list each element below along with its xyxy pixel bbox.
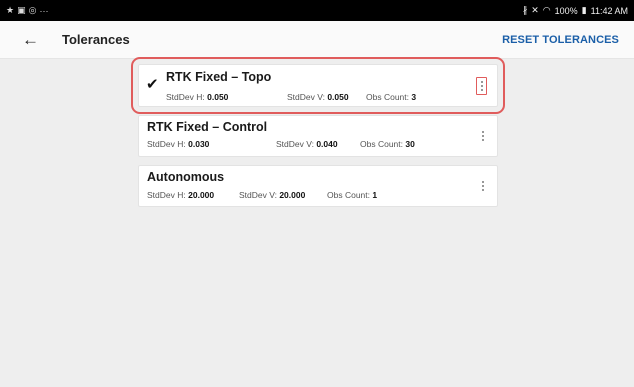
obs-count-value: 1 xyxy=(372,190,378,200)
battery-percent: 100% xyxy=(554,5,578,16)
status-bar: ★ ▣ ◎ ··· ∦ ✕ ◠ 100% ▮ 11:42 AM xyxy=(0,0,634,21)
obs-count: Obs Count: 1 xyxy=(327,190,378,200)
tolerance-stats: StdDev H: 20.000 StdDev V: 20.000 Obs Co… xyxy=(147,190,447,202)
clock: 11:42 AM xyxy=(590,5,628,16)
page-title: Tolerances xyxy=(62,32,130,47)
status-left-icons: ★ ▣ ◎ ··· xyxy=(6,5,48,16)
stddev-h: StdDev H: 0.030 xyxy=(147,139,210,149)
stddev-h: StdDev H: 20.000 xyxy=(147,190,215,200)
check-icon: ✔ xyxy=(146,76,159,93)
stddev-v-value: 0.040 xyxy=(316,139,338,149)
obs-count-value: 30 xyxy=(405,139,415,149)
obs-count: Obs Count: 3 xyxy=(366,92,417,102)
stddev-v: StdDev V: 0.040 xyxy=(276,139,338,149)
stddev-h-value: 20.000 xyxy=(188,190,215,200)
stddev-v: StdDev V: 20.000 xyxy=(239,190,306,200)
battery-icon: ▮ xyxy=(581,5,587,15)
image-icon: ▣ xyxy=(17,5,26,15)
more-options-icon[interactable] xyxy=(476,77,487,95)
obs-count: Obs Count: 30 xyxy=(360,139,415,149)
tolerance-card[interactable]: RTK Fixed – Control StdDev H: 0.030 StdD… xyxy=(138,115,498,157)
stddev-v: StdDev V: 0.050 xyxy=(287,92,349,102)
stddev-v-value: 20.000 xyxy=(279,190,306,200)
app-bar: ← Tolerances RESET TOLERANCES xyxy=(0,21,634,59)
tolerance-name: RTK Fixed – Control xyxy=(147,120,268,134)
more-icon: ··· xyxy=(39,5,49,16)
status-right-icons: ∦ ✕ ◠ 100% ▮ 11:42 AM xyxy=(523,5,628,16)
stddev-h: StdDev H: 0.050 xyxy=(166,92,229,102)
stddev-h-value: 0.030 xyxy=(188,139,210,149)
reset-tolerances-button[interactable]: RESET TOLERANCES xyxy=(502,21,619,59)
stddev-v-value: 0.050 xyxy=(327,92,349,102)
star-icon: ★ xyxy=(6,5,15,15)
chat-icon: ◎ xyxy=(28,5,37,15)
more-options-icon[interactable] xyxy=(477,126,489,146)
tolerance-card[interactable]: ✔ RTK Fixed – Topo StdDev H: 0.050 StdDe… xyxy=(131,57,505,114)
mute-icon: ✕ xyxy=(531,5,539,15)
tolerance-card[interactable]: Autonomous StdDev H: 20.000 StdDev V: 20… xyxy=(138,165,498,207)
tolerance-name: Autonomous xyxy=(147,170,225,184)
bluetooth-icon: ∦ xyxy=(522,5,528,15)
more-options-icon[interactable] xyxy=(477,176,489,196)
tolerance-stats: StdDev H: 0.030 StdDev V: 0.040 Obs Coun… xyxy=(147,139,447,151)
tolerance-stats: StdDev H: 0.050 StdDev V: 0.050 Obs Coun… xyxy=(166,92,456,104)
back-arrow-icon[interactable]: ← xyxy=(22,21,58,59)
stddev-h-value: 0.050 xyxy=(207,92,229,102)
obs-count-value: 3 xyxy=(411,92,417,102)
wifi-icon: ◠ xyxy=(542,5,551,15)
tolerance-name: RTK Fixed – Topo xyxy=(166,70,272,84)
